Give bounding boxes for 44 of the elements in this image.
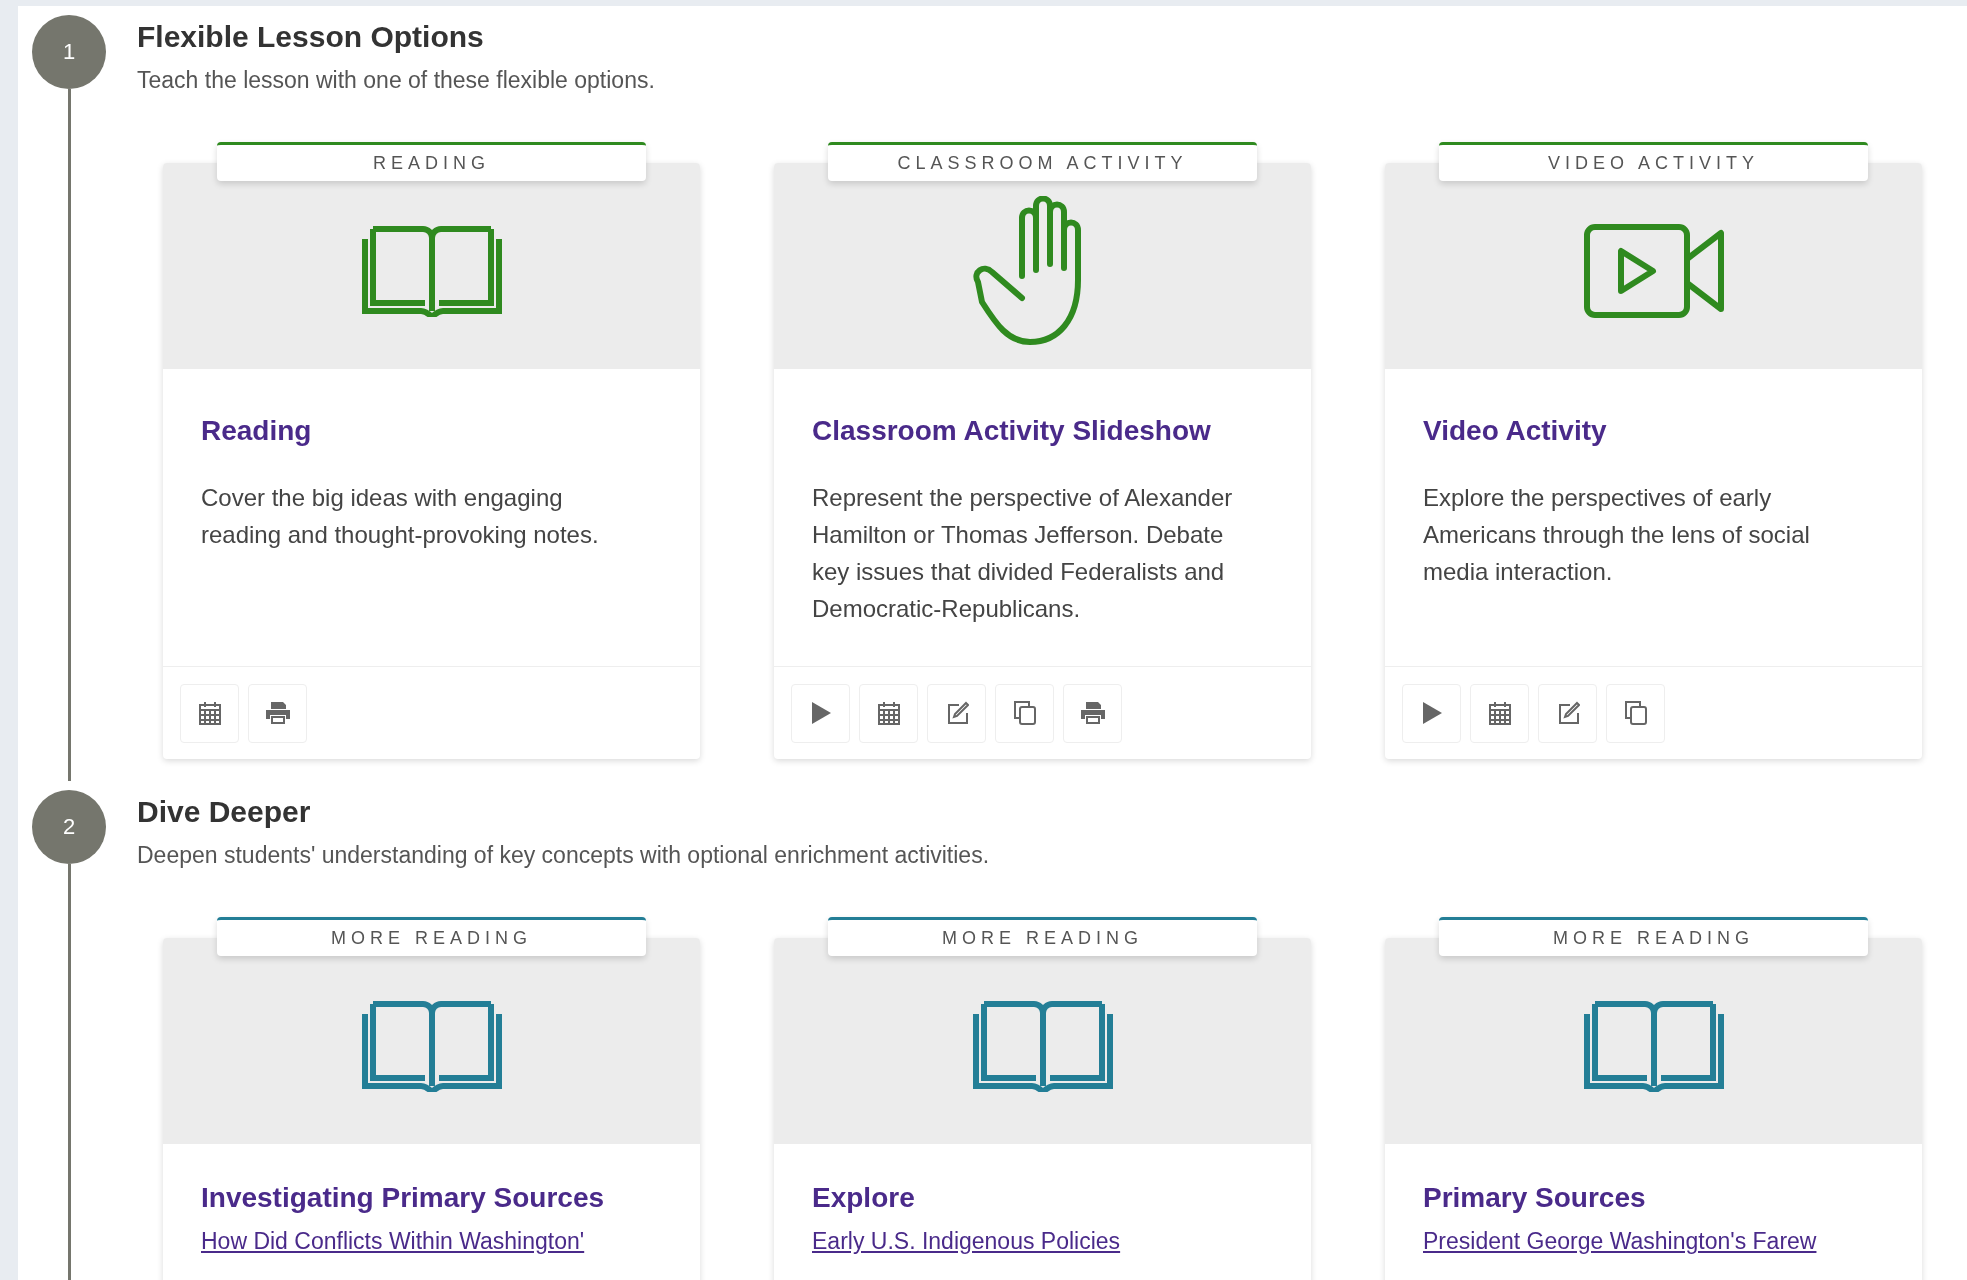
print-button[interactable] — [1063, 683, 1122, 743]
card-title[interactable]: Video Activity — [1423, 415, 1862, 447]
reading-link[interactable]: Early U.S. Indigenous Policies — [812, 1228, 1121, 1254]
card-title[interactable]: Primary Sources — [1423, 1182, 1862, 1214]
section-title: Dive Deeper — [137, 794, 312, 830]
card-title[interactable]: Reading — [201, 415, 640, 447]
print-button[interactable] — [248, 683, 307, 743]
step-number: 2 — [32, 790, 106, 864]
calendar-button[interactable] — [180, 683, 239, 743]
copy-button[interactable] — [1606, 683, 1665, 743]
edit-button[interactable] — [1538, 683, 1597, 743]
calendar-icon — [876, 701, 901, 725]
play-icon — [1421, 702, 1442, 724]
print-icon — [264, 701, 291, 725]
play-icon — [810, 702, 831, 724]
section-title: Flexible Lesson Options — [137, 19, 485, 55]
calendar-button[interactable] — [859, 683, 918, 743]
card-label: MORE READING — [217, 917, 646, 956]
card-description: Explore the perspectives of early Americans through the lens of social media interaction. — [1423, 483, 1811, 587]
section-subtitle: Deepen students' understanding of key concepts with optional enrichment activities. — [137, 842, 991, 869]
card-description: Represent the perspective of Alexander Hamilton or Thomas Jefferson. Debate key issues that divided Federalists and Democratic-Republicans. — [812, 483, 1234, 624]
card-label: MORE READING — [828, 917, 1257, 956]
card-title[interactable]: Classroom Activity Slideshow — [812, 415, 1251, 447]
copy-icon — [1012, 700, 1037, 726]
card-label: READING — [217, 142, 646, 181]
card-title[interactable]: Explore — [812, 1182, 1251, 1214]
play-button[interactable] — [791, 683, 850, 743]
calendar-icon — [197, 701, 222, 725]
card-description: Cover the big ideas with engaging reading and thought-provoking notes. — [201, 483, 600, 550]
card-label: VIDEO ACTIVITY — [1439, 142, 1868, 181]
card-label: MORE READING — [1439, 917, 1868, 956]
copy-button[interactable] — [995, 683, 1054, 743]
card-label: CLASSROOM ACTIVITY — [828, 142, 1257, 181]
calendar-button[interactable] — [1470, 683, 1529, 743]
copy-icon — [1623, 700, 1648, 726]
calendar-icon — [1487, 701, 1512, 725]
edit-button[interactable] — [927, 683, 986, 743]
reading-link[interactable]: President George Washington's Farew — [1423, 1228, 1817, 1254]
section-subtitle: Teach the lesson with one of these flexible options. — [137, 67, 656, 94]
step-number: 1 — [32, 15, 106, 89]
play-button[interactable] — [1402, 683, 1461, 743]
reading-link[interactable]: How Did Conflicts Within Washington' — [201, 1228, 585, 1254]
card-title[interactable]: Investigating Primary Sources — [201, 1182, 640, 1214]
print-icon — [1079, 701, 1106, 725]
